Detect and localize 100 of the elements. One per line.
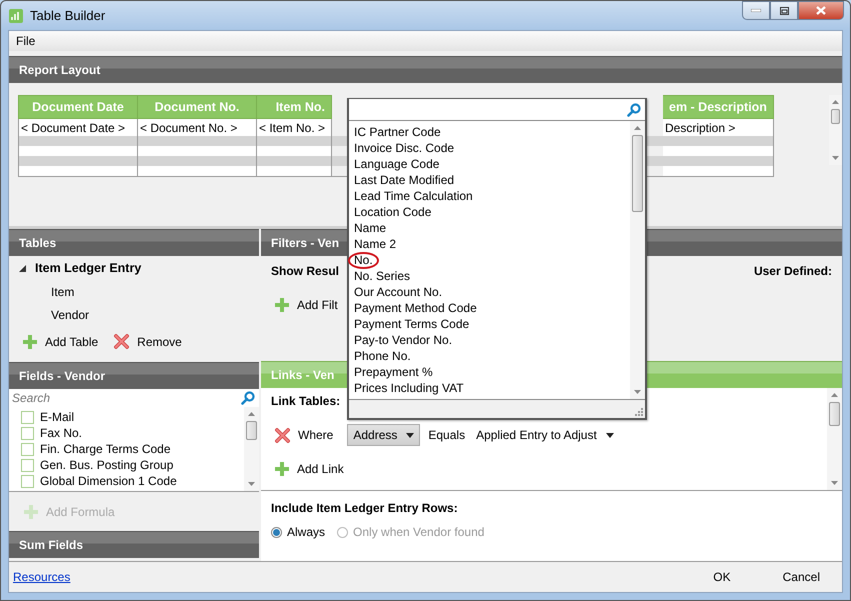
- list-item[interactable]: Payment Terms Code: [353, 317, 470, 331]
- menu-item[interactable]: File: [16, 34, 36, 48]
- radio-button[interactable]: Always: [271, 525, 326, 539]
- list-item[interactable]: Prepayment %: [353, 365, 434, 379]
- ok-button[interactable]: OK: [705, 567, 739, 587]
- list-item[interactable]: Our Account No.: [353, 285, 444, 299]
- checkbox[interactable]: [21, 410, 34, 424]
- field-label: Gen. Bus. Posting Group: [40, 458, 174, 472]
- remove-link-button[interactable]: [275, 428, 290, 442]
- app-icon: [9, 8, 23, 22]
- plus-icon: [275, 298, 289, 312]
- table-cell: < Document No. >: [138, 118, 256, 136]
- scroll-up-arrow-icon[interactable]: [832, 100, 839, 104]
- list-item[interactable]: Name: [353, 221, 388, 235]
- search-field[interactable]: [349, 99, 645, 121]
- panel-title: Fields - Vendor: [19, 369, 106, 383]
- table-cell: < Document Date >: [18, 118, 138, 136]
- tree-item[interactable]: Vendor: [9, 303, 259, 326]
- close-icon: [816, 6, 826, 15]
- restore-icon: [780, 6, 788, 14]
- search-icon: [241, 391, 255, 405]
- plus-icon: [23, 334, 37, 348]
- window-title: Table Builder: [30, 8, 106, 23]
- add-table-button[interactable]: Add Table: [23, 334, 98, 349]
- tree-item[interactable]: Item Ledger Entry: [35, 261, 142, 275]
- field-dropdown[interactable]: Address: [347, 424, 420, 446]
- label: Show Resul: [271, 264, 340, 278]
- panel-title: Links - Ven: [271, 368, 334, 382]
- column-header: Document Date: [18, 96, 138, 118]
- list-item[interactable]: Lead Time Calculation: [353, 189, 474, 203]
- add-filter-button[interactable]: Add Filt: [275, 298, 338, 312]
- caret-down-icon: [606, 432, 614, 438]
- field-label: Fax No.: [40, 426, 82, 440]
- checkbox[interactable]: [21, 426, 34, 440]
- table-cell: < Item No. >: [256, 118, 332, 136]
- panel-title: Sum Fields: [19, 538, 84, 552]
- list-item[interactable]: Prices Including VAT: [353, 381, 465, 395]
- cross-icon: [275, 428, 290, 442]
- scrollbar-thumb[interactable]: [829, 402, 840, 426]
- list-item[interactable]: Name 2: [353, 237, 398, 251]
- plus-icon: [275, 462, 289, 476]
- field-label: Fin. Charge Terms Code: [40, 442, 170, 456]
- column-header: Item No.: [256, 96, 332, 118]
- panel-title: Tables: [19, 236, 56, 250]
- scrollbar[interactable]: [244, 407, 259, 491]
- field-label: E-Mail: [40, 410, 74, 424]
- scroll-up-arrow-icon[interactable]: [248, 412, 255, 416]
- label: Link Tables:: [271, 394, 342, 408]
- resources-link[interactable]: Resources: [13, 570, 70, 584]
- scrollbar-thumb[interactable]: [246, 421, 257, 440]
- list-item[interactable]: Language Code: [353, 157, 440, 171]
- list-item[interactable]: IC Partner Code: [353, 125, 442, 139]
- scroll-down-arrow-icon[interactable]: [832, 156, 839, 160]
- checkbox[interactable]: [21, 458, 34, 472]
- resize-grip-icon[interactable]: [634, 407, 643, 416]
- minimize-button[interactable]: [742, 1, 770, 20]
- label: Include Item Ledger Entry Rows:: [271, 501, 459, 515]
- scroll-down-arrow-icon[interactable]: [634, 390, 641, 394]
- list-item[interactable]: No. Series: [353, 269, 412, 283]
- cross-icon: [114, 334, 130, 349]
- table-cell: Description >: [662, 118, 774, 136]
- checkbox[interactable]: [21, 442, 34, 456]
- column-header: Document No.: [138, 96, 256, 118]
- scroll-down-arrow-icon[interactable]: [248, 482, 255, 486]
- label: Where: [298, 428, 334, 442]
- close-button[interactable]: [798, 1, 844, 20]
- panel-title: Report Layout: [19, 63, 100, 77]
- field-dropdown[interactable]: Applied Entry to Adjust: [473, 425, 617, 445]
- label: User Defined:: [754, 264, 832, 278]
- scrollbar[interactable]: [827, 388, 842, 490]
- scroll-down-arrow-icon[interactable]: [831, 481, 838, 485]
- scrollbar[interactable]: [829, 95, 842, 165]
- add-link-button[interactable]: Add Link: [275, 462, 344, 476]
- plus-icon: [24, 504, 38, 518]
- list-item[interactable]: Payment Method Code: [353, 301, 478, 315]
- remove-button[interactable]: Remove: [114, 334, 182, 349]
- field-label: Global Dimension 1 Code: [40, 474, 177, 488]
- list-item[interactable]: Pay-to Vendor No.: [353, 333, 454, 347]
- tree-item[interactable]: Item: [9, 280, 259, 303]
- scrollbar[interactable]: [630, 121, 645, 399]
- expanded-triangle-icon[interactable]: [19, 264, 26, 272]
- maximize-button[interactable]: [770, 1, 798, 20]
- scrollbar-thumb[interactable]: [831, 109, 840, 124]
- list-item[interactable]: No.: [348, 252, 379, 268]
- label: Equals: [428, 428, 466, 442]
- panel-title: Filters - Ven: [271, 236, 340, 250]
- cancel-button[interactable]: Cancel: [774, 567, 828, 587]
- scrollbar-thumb[interactable]: [632, 135, 643, 212]
- scroll-up-arrow-icon[interactable]: [634, 126, 641, 130]
- list-item[interactable]: Last Date Modified: [353, 173, 456, 187]
- checkbox[interactable]: [21, 474, 34, 488]
- search-field[interactable]: Search: [12, 391, 241, 405]
- minimize-icon: [751, 9, 761, 12]
- list-item[interactable]: Phone No.: [353, 349, 412, 363]
- scroll-up-arrow-icon[interactable]: [831, 393, 838, 397]
- caret-down-icon: [406, 432, 414, 438]
- search-icon: [627, 102, 641, 116]
- column-header: em - Description: [662, 96, 774, 118]
- list-item[interactable]: Invoice Disc. Code: [353, 141, 456, 155]
- list-item[interactable]: Location Code: [353, 205, 432, 219]
